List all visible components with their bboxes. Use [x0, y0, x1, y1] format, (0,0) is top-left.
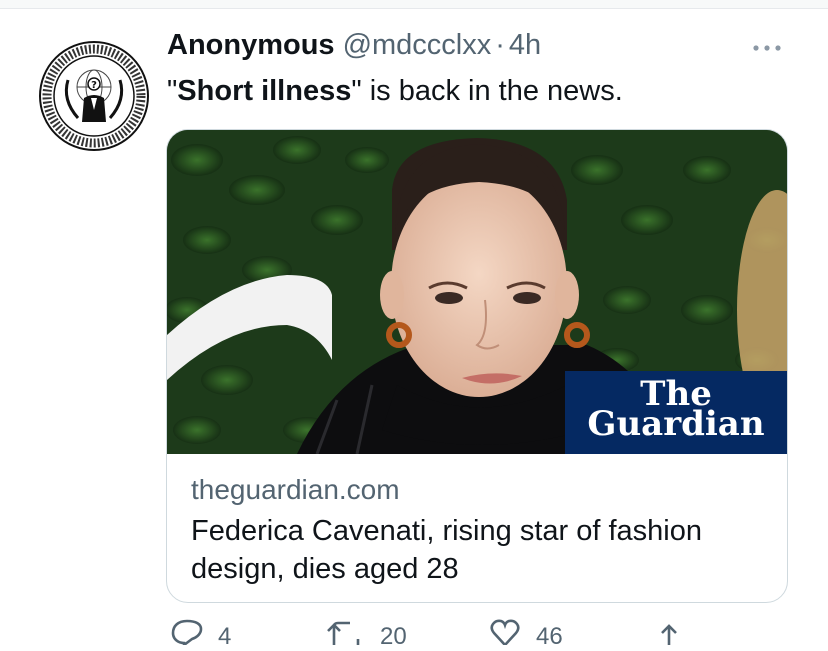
tweet-text-rest: is back in the news.: [361, 75, 623, 107]
quote-close: ": [351, 75, 362, 107]
share-button[interactable]: [654, 615, 684, 645]
card-domain: theguardian.com: [191, 474, 400, 505]
tweet-timestamp[interactable]: 4h: [509, 29, 541, 62]
reply-count: 4: [218, 623, 232, 650]
link-card[interactable]: The Guardian theguardian.com Federica Ca…: [166, 129, 788, 603]
tweet-text: "Short illness" is back in the news.: [167, 72, 623, 110]
like-button[interactable]: 46: [488, 615, 563, 651]
tweet-header: Anonymous @mdccclxx · 4h: [167, 29, 541, 69]
avatar[interactable]: ?: [38, 40, 150, 152]
svg-text:?: ?: [91, 80, 97, 91]
card-title: Federica Cavenati, rising star of fashio…: [191, 515, 702, 585]
reply-button[interactable]: 4: [170, 615, 231, 651]
retweet-button[interactable]: 20: [326, 615, 407, 651]
quoted-phrase: Short illness: [177, 75, 352, 107]
retweet-count: 20: [380, 623, 407, 650]
timeline-divider: [0, 0, 828, 9]
quote-open: ": [167, 75, 178, 107]
anonymous-logo-icon: ?: [39, 41, 149, 151]
card-image: The Guardian: [167, 130, 787, 454]
header-separator: ·: [495, 29, 505, 61]
guardian-logo: The Guardian: [565, 371, 787, 454]
reply-icon: [171, 619, 203, 645]
heart-icon: [490, 619, 520, 645]
share-icon: [661, 624, 677, 645]
tweet[interactable]: ? Anonymous @mdccclxx · 4h "Short illnes…: [0, 9, 828, 650]
tweet-actions: 4 20 46: [166, 615, 786, 650]
more-options-icon[interactable]: [748, 35, 788, 61]
guardian-logo-line2: Guardian: [587, 404, 765, 444]
user-handle[interactable]: @mdccclxx: [343, 29, 492, 62]
like-count: 46: [536, 623, 563, 650]
retweet-icon: [327, 621, 360, 645]
display-name[interactable]: Anonymous: [167, 29, 335, 62]
